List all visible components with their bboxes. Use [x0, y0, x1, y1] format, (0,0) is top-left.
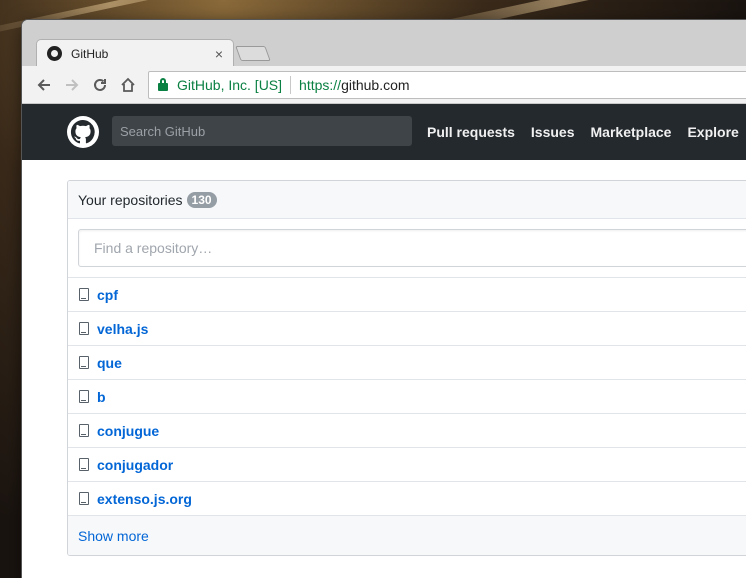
repo-link[interactable]: conjugador — [97, 457, 173, 473]
omnibox-divider — [290, 76, 292, 94]
forward-arrow-icon[interactable] — [58, 71, 86, 99]
repo-icon — [79, 424, 89, 437]
repo-link[interactable]: extenso.js.org — [97, 491, 192, 507]
repo-link[interactable]: conjugue — [97, 423, 159, 439]
header-nav: Pull requests Issues Marketplace Explore — [427, 104, 746, 160]
browser-window: GitHub × GitHub, Inc. [US] https:// gith… — [22, 20, 746, 578]
list-item: extenso.js.org — [68, 482, 746, 516]
repository-filter-row — [68, 219, 746, 278]
repositories-count-badge: 130 — [186, 191, 217, 208]
repo-icon — [79, 492, 89, 505]
github-favicon-icon — [47, 46, 62, 61]
list-item: conjugador — [68, 448, 746, 482]
list-item: conjugue — [68, 414, 746, 448]
browser-toolbar: GitHub, Inc. [US] https:// github.com — [22, 66, 746, 104]
repo-link[interactable]: que — [97, 355, 122, 371]
repo-link[interactable]: velha.js — [97, 321, 148, 337]
security-indicator[interactable]: GitHub, Inc. [US] — [177, 77, 282, 93]
new-tab-button[interactable] — [235, 46, 271, 61]
repo-icon — [79, 390, 89, 403]
address-bar[interactable]: GitHub, Inc. [US] https:// github.com — [148, 71, 746, 99]
tab-strip: GitHub × — [22, 20, 746, 67]
nav-pull-requests[interactable]: Pull requests — [427, 124, 515, 140]
repo-icon — [79, 356, 89, 369]
find-repository-input[interactable] — [78, 229, 746, 267]
url-scheme: https:// — [299, 77, 342, 93]
repo-icon — [79, 288, 89, 301]
tab-title: GitHub — [71, 46, 109, 61]
list-item: velha.js — [68, 312, 746, 346]
lock-icon — [157, 78, 169, 92]
repo-icon — [79, 322, 89, 335]
repo-link[interactable]: cpf — [97, 287, 118, 303]
reload-icon[interactable] — [86, 71, 114, 99]
nav-issues[interactable]: Issues — [531, 124, 575, 140]
list-item: que — [68, 346, 746, 380]
nav-marketplace[interactable]: Marketplace — [591, 124, 672, 140]
github-logo-icon[interactable] — [67, 116, 99, 148]
repo-link[interactable]: b — [97, 389, 106, 405]
search-github-input[interactable]: Search GitHub — [112, 116, 412, 146]
back-arrow-icon[interactable] — [30, 71, 58, 99]
github-header: Search GitHub Pull requests Issues Marke… — [22, 104, 746, 160]
repositories-title: Your repositories — [78, 191, 183, 208]
home-icon[interactable] — [114, 71, 142, 99]
repositories-header: Your repositories 130 — [68, 181, 746, 219]
dashboard-content: Your repositories 130 cpf velha.js que b — [22, 160, 746, 578]
url-host: github.com — [341, 77, 410, 93]
tab-close-icon[interactable]: × — [215, 47, 223, 61]
list-item: cpf — [68, 278, 746, 312]
show-more-button[interactable]: Show more — [68, 516, 746, 555]
repositories-box: Your repositories 130 cpf velha.js que b — [67, 180, 746, 556]
list-item: b — [68, 380, 746, 414]
nav-explore[interactable]: Explore — [687, 124, 738, 140]
tab-github[interactable]: GitHub × — [36, 39, 234, 67]
repo-icon — [79, 458, 89, 471]
